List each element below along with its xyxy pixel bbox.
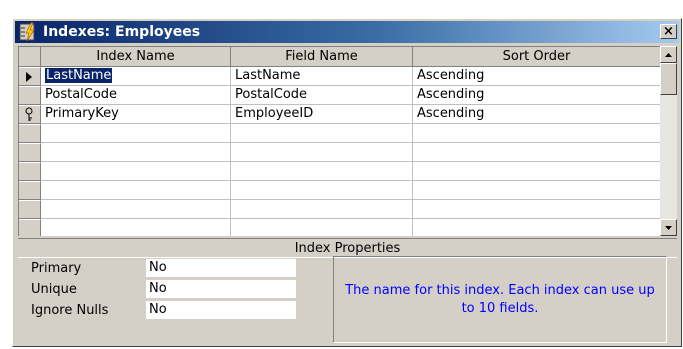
index-name-cell[interactable]: PrimaryKey (41, 105, 231, 124)
field-name-cell[interactable]: PostalCode (231, 86, 413, 105)
primary-label: Primary (31, 261, 82, 276)
field-name-cell[interactable] (231, 181, 413, 200)
field-name-cell[interactable] (231, 162, 413, 181)
primary-field[interactable]: No (146, 259, 296, 277)
grid-corner[interactable] (19, 47, 41, 67)
index-properties-header: Index Properties (18, 238, 677, 258)
help-text: The name for this index. Each index can … (345, 282, 655, 316)
current-record-icon (26, 72, 32, 82)
index-name-cell[interactable] (41, 143, 231, 162)
field-name-cell[interactable] (231, 219, 413, 236)
scroll-thumb[interactable] (660, 63, 677, 95)
row-selector[interactable] (19, 143, 41, 162)
sort-order-cell[interactable] (413, 181, 660, 200)
index-name-cell[interactable] (41, 219, 231, 236)
close-button[interactable]: × (660, 24, 677, 39)
row-selector[interactable] (19, 124, 41, 143)
row-selector[interactable] (19, 105, 41, 124)
index-name-cell[interactable]: PostalCode (41, 86, 231, 105)
sort-order-cell[interactable]: Ascending (413, 67, 660, 86)
vertical-scrollbar[interactable] (660, 46, 677, 236)
column-header-sort-order[interactable]: Sort Order (413, 47, 660, 67)
primary-key-icon (25, 107, 33, 121)
field-name-cell[interactable]: LastName (231, 67, 413, 86)
title-bar[interactable]: Indexes: Employees × (15, 21, 679, 43)
row-selector[interactable] (19, 200, 41, 219)
row-selector[interactable] (19, 67, 41, 86)
column-header-field-name[interactable]: Field Name (231, 47, 413, 67)
index-name-cell[interactable] (41, 181, 231, 200)
index-name-cell[interactable] (41, 124, 231, 143)
window-title: Indexes: Employees (43, 24, 201, 40)
lightning-index-icon (19, 22, 35, 42)
ignore-nulls-label: Ignore Nulls (31, 303, 109, 318)
indexes-window: Indexes: Employees × Index Name Field Na… (12, 18, 682, 347)
unique-label: Unique (31, 282, 77, 297)
arrow-down-icon (665, 226, 672, 230)
field-name-cell[interactable] (231, 200, 413, 219)
column-header-index-name[interactable]: Index Name (41, 47, 231, 67)
help-text-box: The name for this index. Each index can … (333, 256, 667, 343)
close-icon: × (663, 24, 674, 39)
sort-order-cell[interactable] (413, 143, 660, 162)
row-selector[interactable] (19, 86, 41, 105)
index-grid: Index Name Field Name Sort Order LastNam… (18, 46, 660, 236)
arrow-up-icon (665, 53, 672, 57)
row-selector[interactable] (19, 181, 41, 200)
field-name-cell[interactable] (231, 143, 413, 162)
row-selector[interactable] (19, 219, 41, 236)
sort-order-cell[interactable] (413, 124, 660, 143)
field-name-cell[interactable]: EmployeeID (231, 105, 413, 124)
sort-order-cell[interactable] (413, 162, 660, 181)
row-selector[interactable] (19, 162, 41, 181)
ignore-nulls-field[interactable]: No (146, 301, 296, 319)
index-name-cell[interactable] (41, 162, 231, 181)
index-name-cell[interactable]: LastName (41, 67, 231, 86)
unique-field[interactable]: No (146, 280, 296, 298)
sort-order-cell[interactable] (413, 219, 660, 236)
sort-order-cell[interactable] (413, 200, 660, 219)
sort-order-cell[interactable]: Ascending (413, 86, 660, 105)
index-name-cell[interactable] (41, 200, 231, 219)
scroll-up-button[interactable] (660, 46, 677, 63)
selected-index-name[interactable]: LastName (45, 68, 113, 83)
scroll-down-button[interactable] (660, 219, 677, 236)
field-name-cell[interactable] (231, 124, 413, 143)
sort-order-cell[interactable]: Ascending (413, 105, 660, 124)
